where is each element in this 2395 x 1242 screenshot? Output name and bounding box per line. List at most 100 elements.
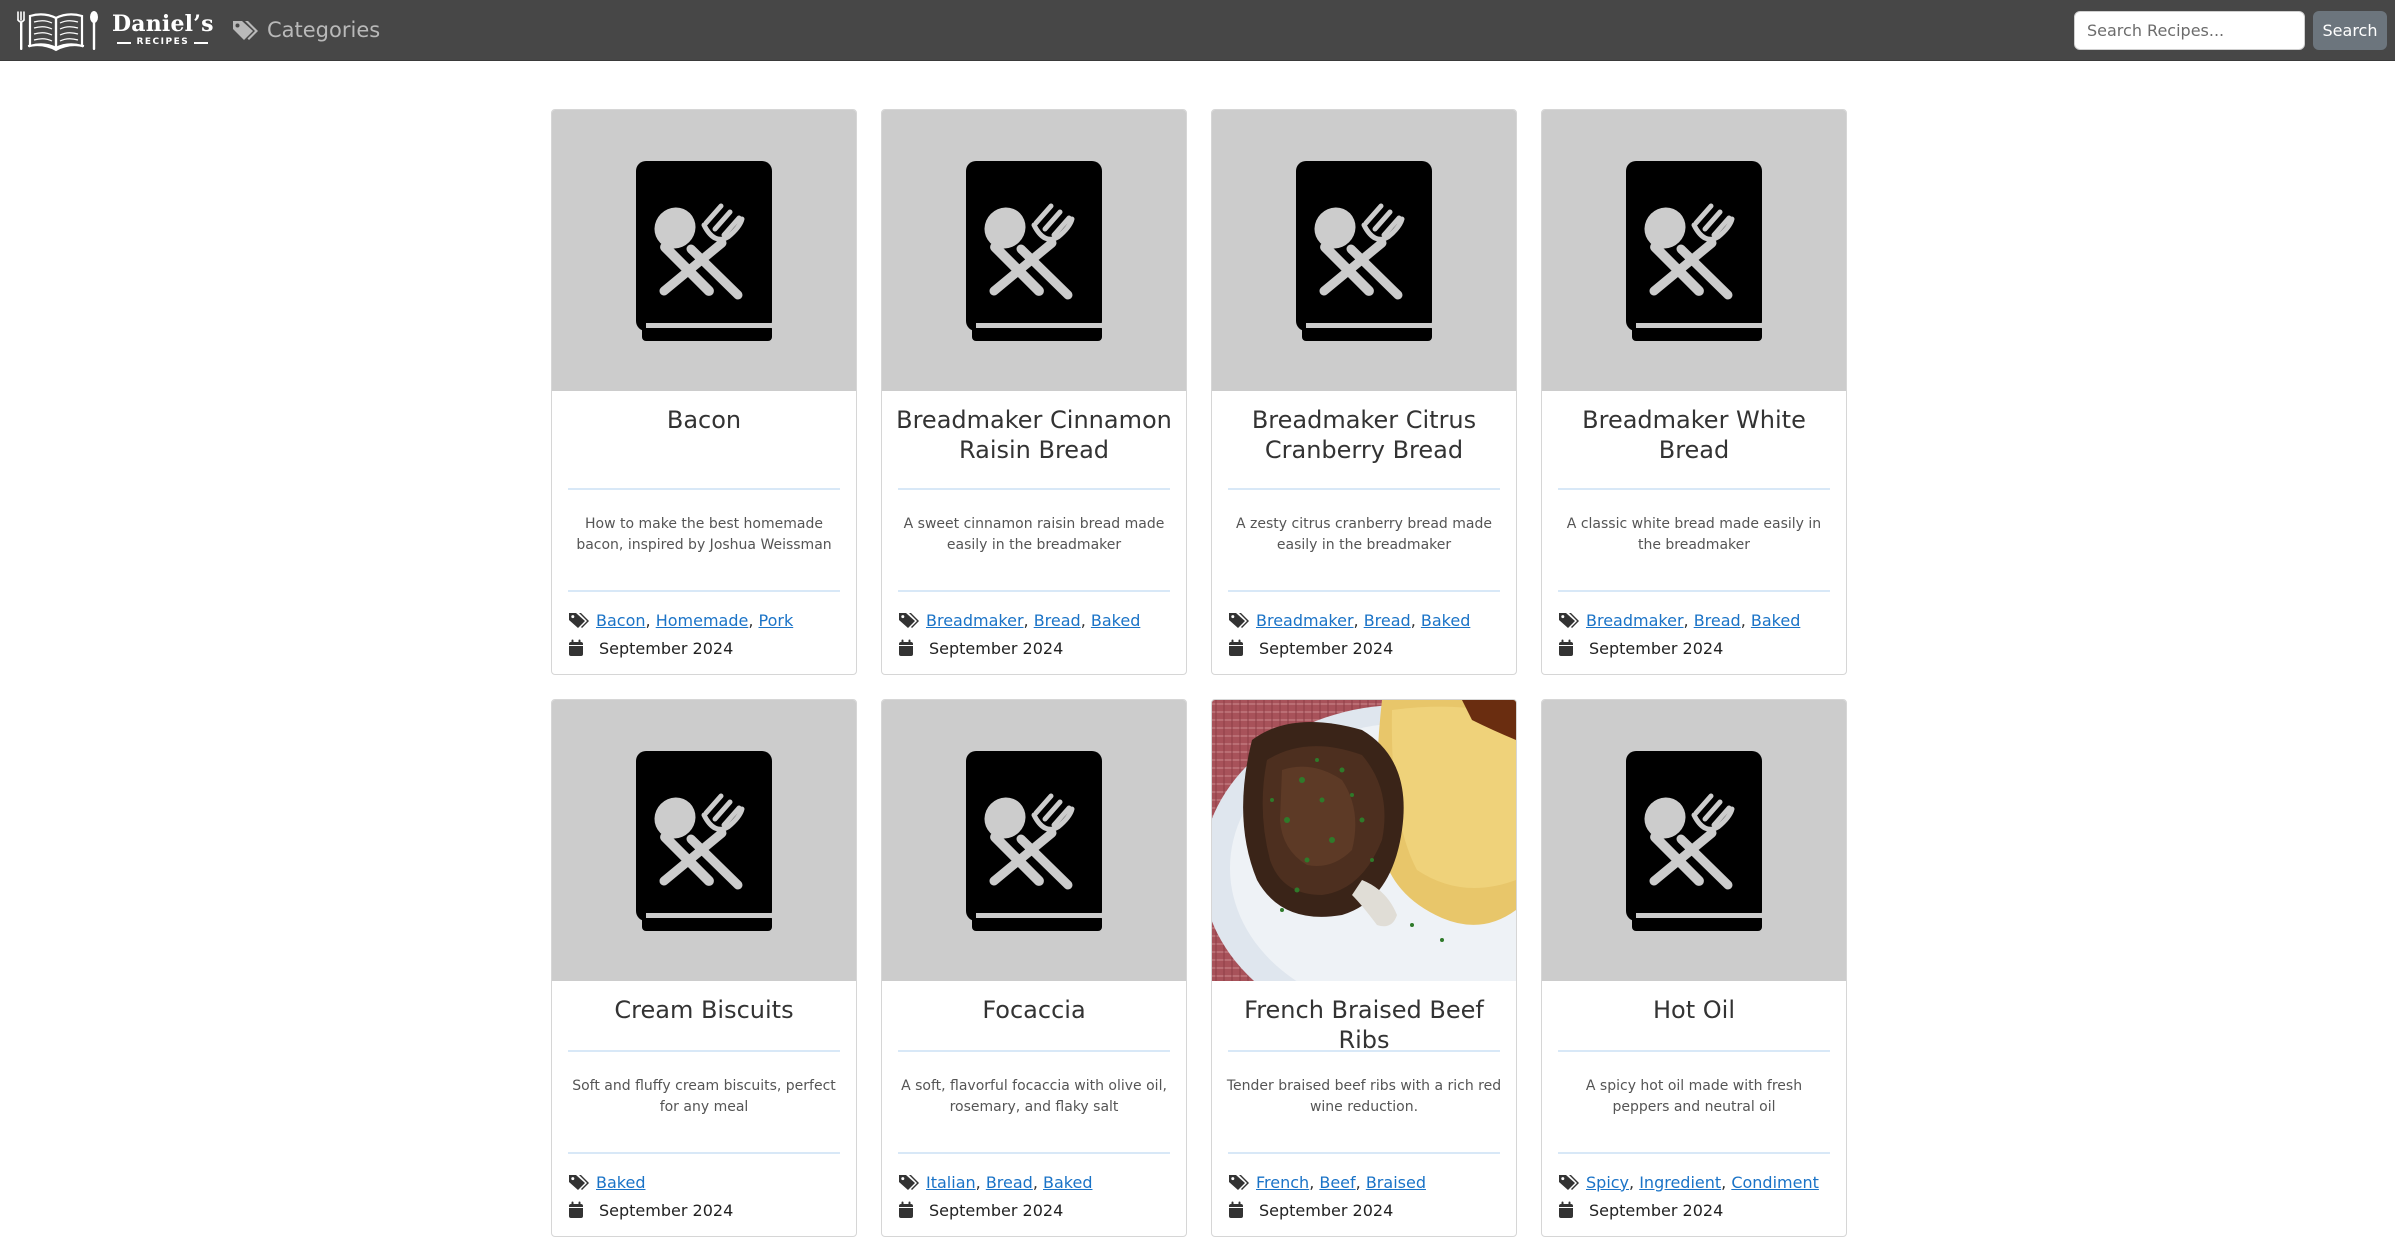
recipe-tag-link[interactable]: Baked bbox=[1091, 611, 1140, 630]
tag-separator: , bbox=[645, 610, 656, 630]
recipe-image[interactable] bbox=[1542, 110, 1846, 391]
recipe-tag-link[interactable]: Breadmaker bbox=[926, 611, 1024, 630]
recipe-tag-link[interactable]: Beef bbox=[1319, 1173, 1355, 1192]
recipe-tag-link[interactable]: Italian bbox=[926, 1173, 976, 1192]
tag-icon bbox=[1559, 1175, 1579, 1190]
recipe-meta: Bacon, Homemade, Pork September 2024 bbox=[552, 592, 856, 662]
recipe-tag-link[interactable]: Baked bbox=[596, 1173, 645, 1192]
recipe-title[interactable]: Cream Biscuits bbox=[552, 981, 856, 1050]
recipe-title[interactable]: Breadmaker White Bread bbox=[1542, 391, 1846, 488]
top-navbar: Daniel’s RECIPES Categories Search bbox=[0, 0, 2395, 61]
calendar-icon-wrap bbox=[898, 1201, 926, 1219]
recipe-tag-link[interactable]: Pork bbox=[759, 611, 794, 630]
recipe-meta: French, Beef, Braised September 2024 bbox=[1212, 1154, 1516, 1224]
recipe-card[interactable]: Cream Biscuits Soft and fluffy cream bisc… bbox=[551, 699, 857, 1237]
recipe-tags-row: Baked bbox=[568, 1168, 840, 1196]
tag-icon bbox=[899, 613, 919, 628]
search-recipes-input[interactable] bbox=[2074, 11, 2305, 50]
tag-icon bbox=[1559, 613, 1579, 628]
recipe-meta: Baked September 2024 bbox=[552, 1154, 856, 1224]
recipe-card[interactable]: Breadmaker Citrus Cranberry Bread A zesty… bbox=[1211, 109, 1517, 675]
recipe-tag-link[interactable]: Condiment bbox=[1731, 1173, 1819, 1192]
brand-name: Daniel’s bbox=[112, 11, 214, 37]
recipe-date: September 2024 bbox=[1259, 1200, 1394, 1220]
recipe-description: A zesty citrus cranberry bread made easi… bbox=[1236, 516, 1492, 553]
tags-icon bbox=[233, 21, 258, 40]
recipe-card[interactable]: Breadmaker White Bread A classic white br… bbox=[1541, 109, 1847, 675]
tag-separator: , bbox=[1023, 610, 1034, 630]
tag-icon-wrap bbox=[1558, 611, 1586, 629]
calendar-icon-wrap bbox=[1228, 1201, 1256, 1219]
tag-icon bbox=[1229, 613, 1249, 628]
recipe-description: A spicy hot oil made with fresh peppers … bbox=[1585, 1078, 1803, 1115]
recipe-description: A classic white bread made easily in the… bbox=[1566, 516, 1822, 553]
recipe-title[interactable]: Bacon bbox=[552, 391, 856, 488]
recipe-title[interactable]: French Braised Beef Ribs bbox=[1212, 981, 1516, 1054]
recipe-tag-link[interactable]: Bread bbox=[1034, 611, 1081, 630]
categories-label: Categories bbox=[267, 18, 381, 42]
calendar-icon-wrap bbox=[568, 1201, 596, 1219]
recipe-description: Tender braised beef ribs with a rich red… bbox=[1226, 1078, 1502, 1115]
recipe-tag-link[interactable]: Baked bbox=[1751, 611, 1800, 630]
recipe-title[interactable]: Focaccia bbox=[882, 981, 1186, 1050]
recipe-tags-row: Breadmaker, Bread, Baked bbox=[898, 606, 1170, 634]
recipe-book-icon bbox=[966, 160, 1102, 341]
recipe-title[interactable]: Hot Oil bbox=[1542, 981, 1846, 1050]
recipe-image[interactable] bbox=[882, 110, 1186, 391]
recipe-tag-link[interactable]: Baked bbox=[1421, 611, 1470, 630]
brand-wordmark: Daniel’s RECIPES bbox=[112, 13, 214, 47]
tag-icon bbox=[569, 1175, 589, 1190]
recipe-tag-link[interactable]: Bread bbox=[1694, 611, 1741, 630]
recipe-book-icon bbox=[636, 750, 772, 931]
tag-icon-wrap bbox=[898, 1173, 926, 1191]
recipe-tag-link[interactable]: Homemade bbox=[656, 611, 749, 630]
calendar-icon-wrap bbox=[1558, 639, 1586, 657]
recipe-image[interactable] bbox=[1212, 700, 1516, 981]
tag-separator: , bbox=[1740, 610, 1751, 630]
calendar-icon bbox=[899, 1201, 913, 1218]
brand-home-link[interactable]: Daniel’s RECIPES bbox=[14, 8, 214, 52]
recipe-meta: Breadmaker, Bread, Baked September 2024 bbox=[1542, 592, 1846, 662]
recipe-tag-link[interactable]: Bacon bbox=[596, 611, 646, 630]
recipe-tags-row: Breadmaker, Bread, Baked bbox=[1228, 606, 1500, 634]
categories-nav-link[interactable]: Categories bbox=[231, 15, 380, 45]
recipe-tag-link[interactable]: Breadmaker bbox=[1256, 611, 1354, 630]
recipe-image[interactable] bbox=[1212, 110, 1516, 391]
recipe-tag-link[interactable]: Spicy bbox=[1586, 1173, 1629, 1192]
recipe-tag-link[interactable]: Breadmaker bbox=[1586, 611, 1684, 630]
recipe-date: September 2024 bbox=[1259, 638, 1394, 658]
recipe-tags-row: French, Beef, Braised bbox=[1228, 1168, 1500, 1196]
recipe-image[interactable] bbox=[552, 700, 856, 981]
recipe-card[interactable]: Breadmaker Cinnamon Raisin Bread A sweet … bbox=[881, 109, 1187, 675]
recipe-date-row: September 2024 bbox=[1558, 634, 1830, 662]
calendar-icon-wrap bbox=[1228, 639, 1256, 657]
recipe-tag-link[interactable]: Ingredient bbox=[1639, 1173, 1721, 1192]
recipe-image[interactable] bbox=[882, 700, 1186, 981]
tag-separator: , bbox=[748, 610, 759, 630]
recipe-date-row: September 2024 bbox=[568, 1196, 840, 1224]
recipe-image[interactable] bbox=[552, 110, 856, 391]
recipe-date-row: September 2024 bbox=[1558, 1196, 1830, 1224]
recipe-book-icon bbox=[636, 160, 772, 341]
recipe-description: Soft and fluffy cream biscuits, perfect … bbox=[572, 1078, 836, 1115]
recipe-card[interactable]: Bacon How to make the best homemade bacon… bbox=[551, 109, 857, 675]
recipe-card[interactable]: French Braised Beef Ribs Tender braised b… bbox=[1211, 699, 1517, 1237]
recipe-card[interactable]: Hot Oil A spicy hot oil made with fresh p… bbox=[1541, 699, 1847, 1237]
recipe-title[interactable]: Breadmaker Cinnamon Raisin Bread bbox=[882, 391, 1186, 488]
recipe-card[interactable]: Focaccia A soft, flavorful focaccia with … bbox=[881, 699, 1187, 1237]
recipe-tag-link[interactable]: Bread bbox=[986, 1173, 1033, 1192]
recipe-tag-link[interactable]: French bbox=[1256, 1173, 1309, 1192]
recipe-tag-link[interactable]: Braised bbox=[1366, 1173, 1426, 1192]
search-button[interactable]: Search bbox=[2313, 11, 2387, 50]
tag-separator: , bbox=[1080, 610, 1091, 630]
recipe-date-row: September 2024 bbox=[1228, 1196, 1500, 1224]
tag-icon-wrap bbox=[1558, 1173, 1586, 1191]
recipe-title[interactable]: Breadmaker Citrus Cranberry Bread bbox=[1212, 391, 1516, 488]
recipe-tag-link[interactable]: Bread bbox=[1364, 611, 1411, 630]
recipe-tags-row: Bacon, Homemade, Pork bbox=[568, 606, 840, 634]
recipe-image[interactable] bbox=[1542, 700, 1846, 981]
recipe-tag-link[interactable]: Baked bbox=[1043, 1173, 1092, 1192]
calendar-icon bbox=[1559, 639, 1573, 656]
recipe-meta: Italian, Bread, Baked September 2024 bbox=[882, 1154, 1186, 1224]
beef-ribs-photo bbox=[1212, 700, 1516, 981]
